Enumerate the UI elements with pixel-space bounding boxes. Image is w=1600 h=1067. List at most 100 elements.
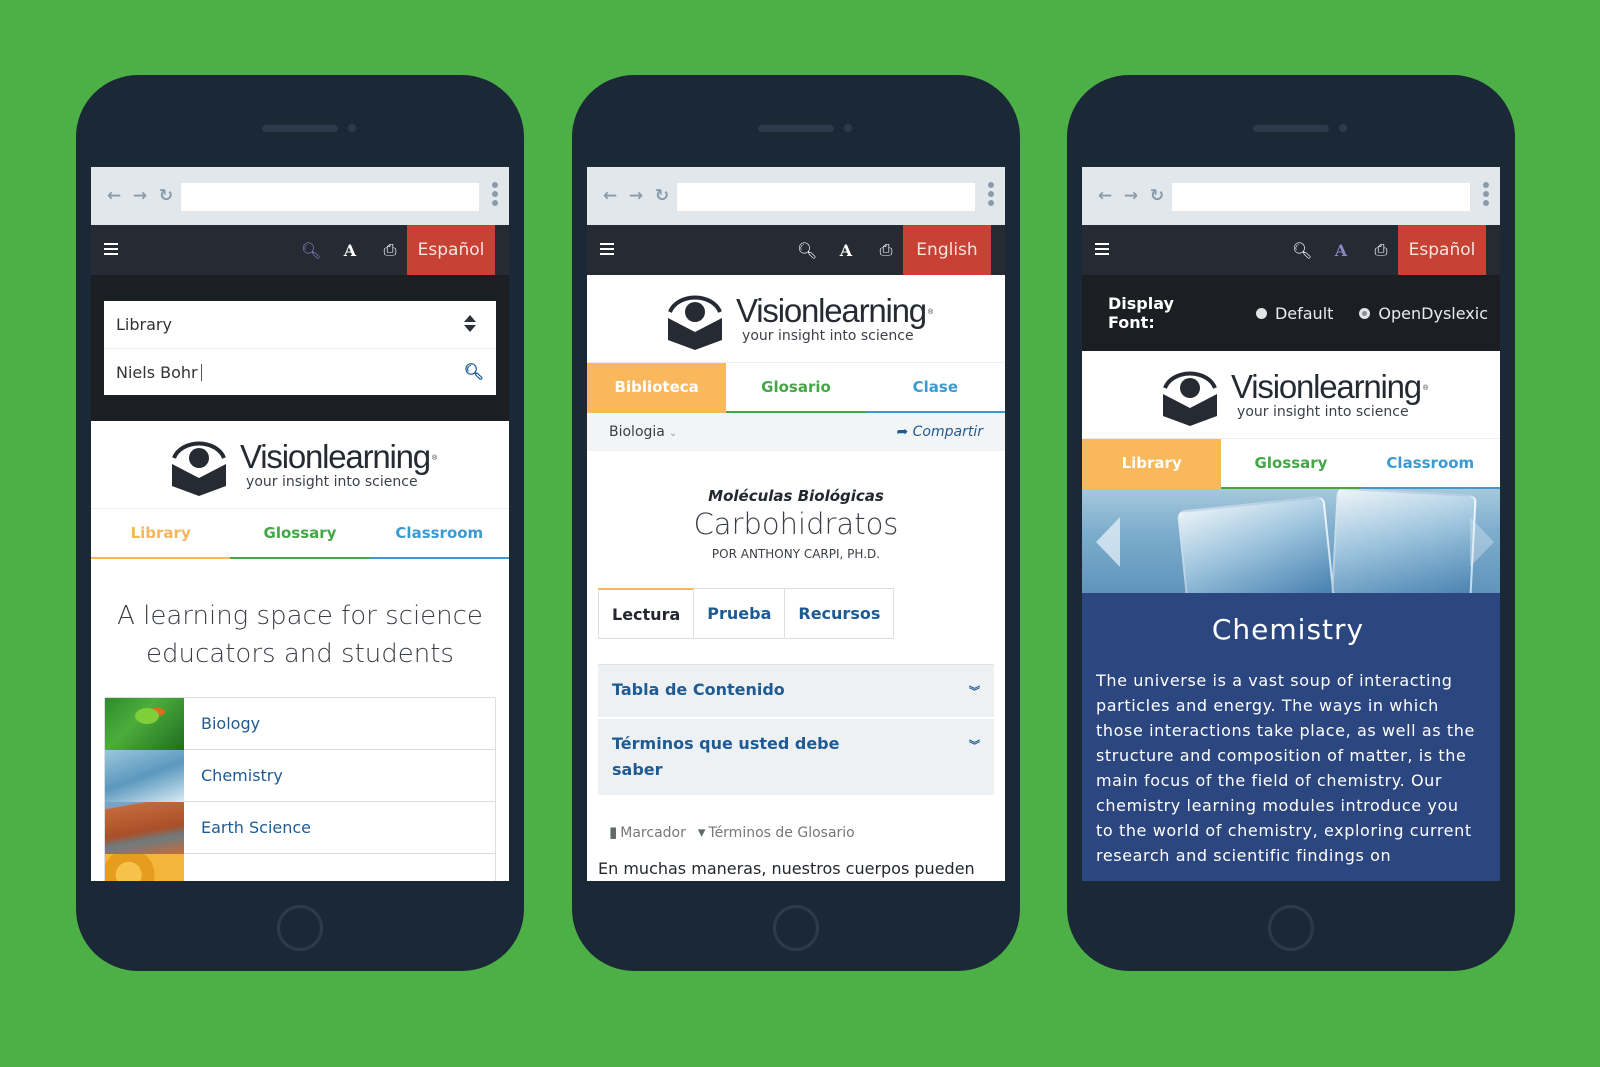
brand-name: Visionlearning ® xyxy=(240,437,437,475)
general-science-thumbnail xyxy=(105,853,184,881)
reload-icon[interactable]: ↻ xyxy=(649,186,675,206)
chevron-down-icon: ⌄ xyxy=(668,428,678,439)
hamburger-icon[interactable] xyxy=(1095,243,1109,258)
visionlearning-logo-icon xyxy=(1163,370,1218,426)
arrow-left-icon[interactable]: ← xyxy=(597,186,623,206)
tab-recursos[interactable]: Recursos xyxy=(785,588,895,639)
phone-screen: ← → ↻ 🔍︎ A ⎙ English Visionlearning ® yo… xyxy=(587,167,1005,881)
breadcrumb-bar: Biologia ⌄ ➦ Compartir xyxy=(587,413,1005,451)
glossary-terms-button[interactable]: ▾ Términos de Glosario xyxy=(698,823,855,841)
search-scope-select[interactable]: Library xyxy=(104,301,496,349)
display-font-label: Display Font: xyxy=(1108,294,1174,332)
print-icon[interactable]: ⎙ xyxy=(381,240,399,260)
phone-speaker xyxy=(262,125,338,132)
font-icon[interactable]: A xyxy=(837,241,855,260)
phone-display-font: ← → ↻ 🔍︎ A ⎙ Español Display Font: Defau… xyxy=(1067,75,1515,971)
subject-item-chemistry[interactable]: Chemistry xyxy=(105,749,495,802)
language-button[interactable]: Español xyxy=(407,225,495,275)
category-dropdown[interactable]: Biologia ⌄ xyxy=(609,424,677,440)
search-icon[interactable]: 🔍︎ xyxy=(301,241,321,260)
article-title: Carbohidratos xyxy=(693,507,899,541)
tab-glosario[interactable]: Glosario xyxy=(726,363,866,413)
earth-science-thumbnail xyxy=(105,801,184,854)
search-icon[interactable]: 🔍︎ xyxy=(797,241,817,260)
subject-item-biology[interactable]: Biology xyxy=(105,697,495,750)
language-button[interactable]: English xyxy=(903,225,991,275)
search-input[interactable]: Niels Bohr 🔍︎ xyxy=(104,349,496,395)
brand-name: Visionlearning ® xyxy=(1231,367,1428,405)
language-button[interactable]: Español xyxy=(1398,225,1486,275)
tab-prueba[interactable]: Prueba xyxy=(694,588,786,639)
bookmark-icon: ▮ xyxy=(609,823,618,841)
home-button[interactable] xyxy=(277,905,323,951)
search-icon[interactable]: 🔍︎ xyxy=(1292,241,1312,260)
search-submit-icon[interactable]: 🔍︎ xyxy=(464,362,484,381)
font-option-default[interactable]: Default xyxy=(1255,304,1333,323)
carousel-prev-arrow-icon[interactable] xyxy=(1096,517,1120,567)
bookmark-button[interactable]: ▮ Marcador xyxy=(609,823,686,841)
font-icon[interactable]: A xyxy=(341,241,359,260)
article-tools: ▮ Marcador ▾ Términos de Glosario xyxy=(609,823,1005,841)
tab-library[interactable]: Library xyxy=(91,509,231,559)
print-icon[interactable]: ⎙ xyxy=(1372,240,1390,260)
font-icon[interactable]: A xyxy=(1332,241,1350,260)
font-option-opendyslexic[interactable]: OpenDyslexic xyxy=(1359,304,1488,323)
subject-label: Biology xyxy=(201,714,261,733)
article-header: Moléculas Biológicas Carbohidratos POR A… xyxy=(587,451,1005,561)
visionlearning-logo-icon xyxy=(172,440,227,496)
visionlearning-logo-icon xyxy=(668,294,723,350)
hamburger-icon[interactable] xyxy=(104,243,118,258)
browser-toolbar: ← → ↻ xyxy=(587,167,1005,225)
carousel-next-arrow-icon[interactable] xyxy=(1470,517,1494,567)
reload-icon[interactable]: ↻ xyxy=(1144,186,1170,206)
phone-screen: ← → ↻ 🔍︎ A ⎙ Español Display Font: Defau… xyxy=(1082,167,1500,881)
tab-classroom[interactable]: Classroom xyxy=(369,509,509,559)
main-nav-tabs: Biblioteca Glosario Clase xyxy=(587,363,1005,413)
hero-heading: A learning space for science educators a… xyxy=(117,601,483,669)
subject-label: General Science xyxy=(184,856,331,881)
arrow-right-icon[interactable]: → xyxy=(623,186,649,206)
address-bar[interactable] xyxy=(677,183,975,211)
kebab-menu-icon[interactable] xyxy=(988,182,995,209)
arrow-left-icon[interactable]: ← xyxy=(101,186,127,206)
browser-toolbar: ← → ↻ xyxy=(1082,167,1500,225)
share-link[interactable]: ➦ Compartir xyxy=(896,424,983,440)
radio-button-selected[interactable] xyxy=(1359,307,1371,319)
address-bar[interactable] xyxy=(181,183,479,211)
tab-glossary[interactable]: Glossary xyxy=(1221,439,1361,489)
search-panel: Library Niels Bohr 🔍︎ xyxy=(91,275,509,421)
site-logo[interactable]: Visionlearning ® your insight into scienc… xyxy=(1082,351,1500,439)
chemistry-thumbnail xyxy=(105,749,184,802)
search-scope-value: Library xyxy=(116,315,172,334)
tab-classroom[interactable]: Classroom xyxy=(1360,439,1500,489)
tab-clase[interactable]: Clase xyxy=(865,363,1005,413)
site-logo[interactable]: Visionlearning ® your insight into scienc… xyxy=(587,275,1005,363)
phone-speaker xyxy=(758,125,834,132)
arrow-left-icon[interactable]: ← xyxy=(1092,186,1118,206)
tab-glossary[interactable]: Glossary xyxy=(230,509,370,559)
radio-button[interactable] xyxy=(1255,307,1267,319)
kebab-menu-icon[interactable] xyxy=(492,182,499,209)
tab-lectura[interactable]: Lectura xyxy=(598,588,695,639)
tab-library[interactable]: Library xyxy=(1082,439,1222,489)
accordion-table-of-contents[interactable]: Tabla de Contenido ︾ xyxy=(598,664,994,719)
tab-biblioteca[interactable]: Biblioteca xyxy=(587,363,727,413)
arrow-right-icon[interactable]: → xyxy=(1118,186,1144,206)
site-logo[interactable]: Visionlearning ® your insight into scienc… xyxy=(91,421,509,509)
accordion-terms[interactable]: Términos que usted debe saber ︾ xyxy=(598,719,994,797)
home-button[interactable] xyxy=(1268,905,1314,951)
print-icon[interactable]: ⎙ xyxy=(877,240,895,260)
address-bar[interactable] xyxy=(1172,183,1470,211)
home-button[interactable] xyxy=(773,905,819,951)
reload-icon[interactable]: ↻ xyxy=(153,186,179,206)
phone-article-spanish: ← → ↻ 🔍︎ A ⎙ English Visionlearning ® yo… xyxy=(572,75,1020,971)
hamburger-icon[interactable] xyxy=(600,243,614,258)
article-tabs: Lectura Prueba Recursos xyxy=(598,588,1005,639)
kebab-menu-icon[interactable] xyxy=(1483,182,1490,209)
double-chevron-down-icon: ︾ xyxy=(969,685,980,698)
subject-item-general-science[interactable]: General Science xyxy=(105,853,495,881)
biology-thumbnail xyxy=(105,697,184,750)
subject-item-earth-science[interactable]: Earth Science xyxy=(105,801,495,854)
arrow-right-icon[interactable]: → xyxy=(127,186,153,206)
subject-list: Biology Chemistry Earth Science General … xyxy=(104,697,496,881)
